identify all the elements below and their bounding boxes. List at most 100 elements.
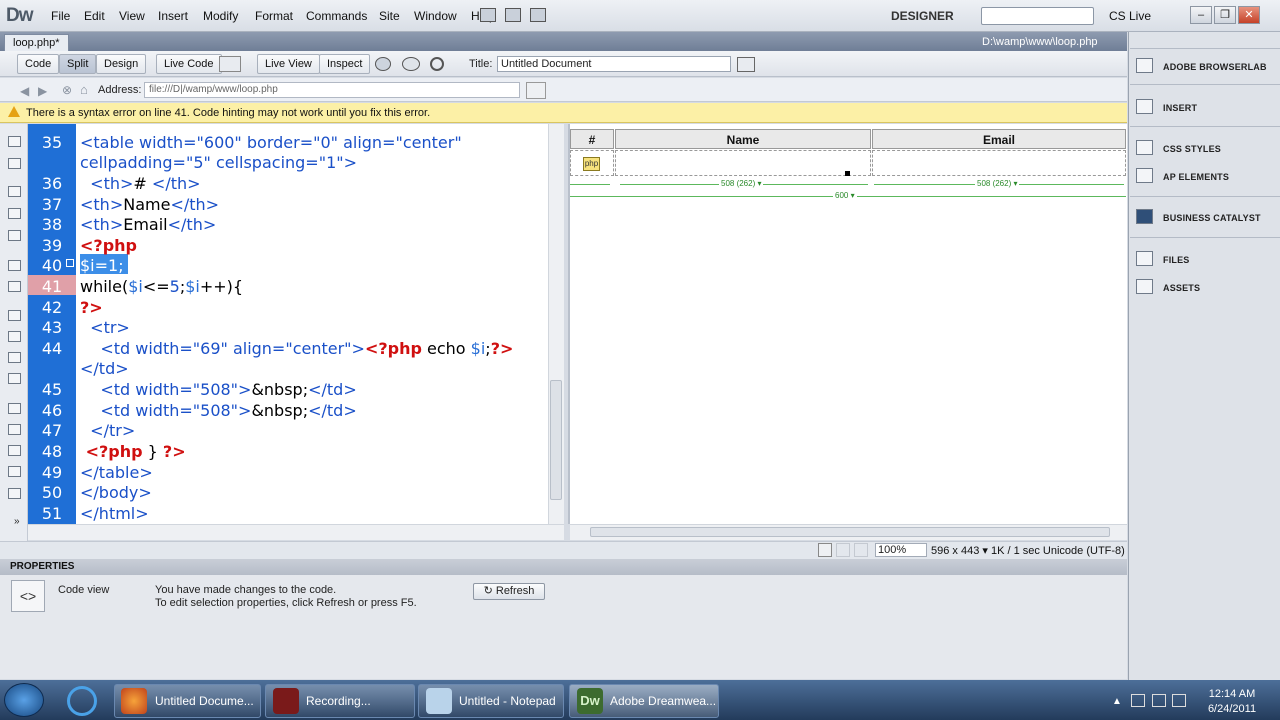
live-code-button[interactable]: Live Code bbox=[156, 54, 222, 74]
code-line[interactable]: cellpadding="5" cellspacing="1"> bbox=[80, 153, 357, 172]
line-number[interactable]: 47 bbox=[28, 421, 76, 440]
refresh-button[interactable]: ↻ Refresh bbox=[473, 583, 545, 600]
code-line[interactable]: <tr> bbox=[80, 318, 130, 337]
panel-ap-elements[interactable]: AP ELEMENTS bbox=[1163, 172, 1229, 182]
line-number[interactable]: 50 bbox=[28, 483, 76, 502]
apply-comment-icon[interactable] bbox=[8, 373, 21, 384]
code-line[interactable]: <td width="508">&nbsp;</td> bbox=[80, 380, 356, 399]
cs-live-button[interactable]: CS Live bbox=[1109, 9, 1151, 23]
panel-assets[interactable]: ASSETS bbox=[1163, 283, 1200, 293]
open-documents-icon[interactable] bbox=[8, 136, 21, 147]
line-number[interactable]: 41 bbox=[28, 277, 76, 296]
hand-tool-icon[interactable] bbox=[836, 543, 850, 557]
menu-site[interactable]: Site bbox=[379, 9, 400, 23]
menu-file[interactable]: File bbox=[51, 9, 70, 23]
address-input[interactable]: file:///D|/wamp/www/loop.php bbox=[144, 82, 520, 98]
table-header-email[interactable]: Email bbox=[872, 129, 1126, 149]
home-icon[interactable]: ⌂ bbox=[80, 82, 88, 97]
back-icon[interactable]: ◀ bbox=[20, 84, 29, 98]
line-number[interactable]: 49 bbox=[28, 463, 76, 482]
code-line[interactable]: </html> bbox=[80, 504, 149, 523]
column-width-label[interactable]: 508 (262) ▾ bbox=[719, 179, 764, 188]
line-number[interactable]: 44 bbox=[28, 339, 76, 358]
php-code-icon[interactable]: php bbox=[583, 157, 600, 171]
code-line[interactable]: <th>Name</th> bbox=[80, 195, 219, 214]
code-line[interactable]: ?> bbox=[80, 298, 103, 317]
line-number[interactable]: 40 bbox=[28, 256, 76, 275]
line-number[interactable]: 35 bbox=[28, 133, 76, 152]
panel-business-catalyst[interactable]: BUSINESS CATALYST bbox=[1163, 213, 1261, 223]
browser-preview-icon[interactable] bbox=[375, 57, 391, 71]
design-view-button[interactable]: Design bbox=[96, 54, 147, 74]
line-number[interactable]: 46 bbox=[28, 401, 76, 420]
select-parent-tag-icon[interactable] bbox=[8, 260, 21, 271]
title-input[interactable]: Untitled Document bbox=[497, 56, 731, 72]
inspect-button[interactable]: Inspect bbox=[319, 54, 371, 74]
code-line[interactable]: <?php bbox=[80, 236, 137, 255]
code-line[interactable]: <th># </th> bbox=[80, 174, 200, 193]
internet-explorer-icon[interactable] bbox=[67, 686, 97, 716]
code-line[interactable]: <th>Email</th> bbox=[80, 215, 216, 234]
live-options-icon[interactable] bbox=[219, 56, 241, 72]
help-search-input[interactable] bbox=[981, 7, 1094, 25]
collapse-tag-icon[interactable] bbox=[8, 186, 21, 197]
menu-view[interactable]: View bbox=[119, 9, 145, 23]
code-line[interactable]: <table width="600" border="0" align="cen… bbox=[80, 133, 462, 152]
extend-icon[interactable] bbox=[505, 8, 522, 22]
code-line[interactable]: while($i<=5;$i++){ bbox=[80, 277, 243, 296]
show-code-navigator-icon[interactable] bbox=[8, 158, 21, 169]
recent-snippets-icon[interactable] bbox=[8, 445, 21, 456]
table-cell-name[interactable] bbox=[615, 150, 871, 176]
panel-insert[interactable]: INSERT bbox=[1163, 103, 1197, 113]
table-cell-email[interactable] bbox=[872, 150, 1126, 176]
code-line[interactable]: <?php } ?> bbox=[80, 442, 186, 461]
file-management-icon[interactable] bbox=[737, 57, 755, 72]
table-header-num[interactable]: # bbox=[570, 129, 614, 149]
line-number[interactable]: 51 bbox=[28, 504, 76, 523]
layout-icon[interactable] bbox=[480, 8, 496, 22]
menu-edit[interactable]: Edit bbox=[84, 9, 105, 23]
panel-files[interactable]: FILES bbox=[1163, 255, 1190, 265]
volume-icon[interactable] bbox=[1152, 694, 1166, 707]
code-line[interactable]: </tr> bbox=[80, 421, 135, 440]
code-line[interactable]: <td width="508">&nbsp;</td> bbox=[80, 401, 356, 420]
live-view-button[interactable]: Live View bbox=[257, 54, 320, 74]
expand-all-icon[interactable] bbox=[8, 230, 21, 241]
workspace-switcher[interactable]: DESIGNER bbox=[891, 9, 954, 23]
menu-insert[interactable]: Insert bbox=[158, 9, 188, 23]
properties-header[interactable] bbox=[0, 559, 1127, 575]
menu-format[interactable]: Format bbox=[255, 9, 293, 23]
line-number[interactable]: 42 bbox=[28, 298, 76, 317]
balance-braces-icon[interactable] bbox=[8, 281, 21, 292]
panel-browserlab[interactable]: ADOBE BROWSERLAB bbox=[1163, 62, 1267, 72]
network-icon[interactable] bbox=[1131, 694, 1145, 707]
menu-modify[interactable]: Modify bbox=[203, 9, 238, 23]
table-header-name[interactable]: Name bbox=[615, 129, 871, 149]
minimize-icon[interactable]: – bbox=[1190, 6, 1212, 24]
document-tab[interactable]: loop.php* bbox=[4, 34, 69, 51]
code-horizontal-scrollbar[interactable] bbox=[28, 524, 564, 540]
refresh-icon[interactable] bbox=[430, 57, 444, 71]
split-view-button[interactable]: Split bbox=[59, 54, 97, 74]
menu-window[interactable]: Window bbox=[414, 9, 457, 23]
panel-css-styles[interactable]: CSS STYLES bbox=[1163, 144, 1221, 154]
view-options-icon[interactable] bbox=[526, 82, 546, 99]
tray-expand-icon[interactable]: ▲ bbox=[1112, 696, 1122, 707]
menu-commands[interactable]: Commands bbox=[306, 9, 367, 23]
line-number[interactable]: 48 bbox=[28, 442, 76, 461]
stop-icon[interactable]: ⊗ bbox=[62, 83, 72, 97]
line-number[interactable]: 38 bbox=[28, 215, 76, 234]
code-line[interactable]: </table> bbox=[80, 463, 153, 482]
move-css-icon[interactable] bbox=[8, 466, 21, 477]
code-line[interactable]: $i=1; bbox=[80, 256, 124, 275]
highlight-invalid-icon[interactable] bbox=[8, 331, 21, 342]
design-scroll-thumb[interactable] bbox=[590, 527, 1110, 537]
restore-icon[interactable]: ❐ bbox=[1214, 6, 1236, 24]
line-number[interactable]: 43 bbox=[28, 318, 76, 337]
selection-handle[interactable] bbox=[845, 171, 850, 176]
action-center-icon[interactable] bbox=[1172, 694, 1186, 707]
line-numbers-icon[interactable] bbox=[8, 310, 21, 321]
table-width-label[interactable]: 600 ▾ bbox=[833, 191, 857, 200]
line-number[interactable]: 36 bbox=[28, 174, 76, 193]
code-line[interactable]: <td width="69" align="center"><?php echo… bbox=[80, 339, 513, 358]
